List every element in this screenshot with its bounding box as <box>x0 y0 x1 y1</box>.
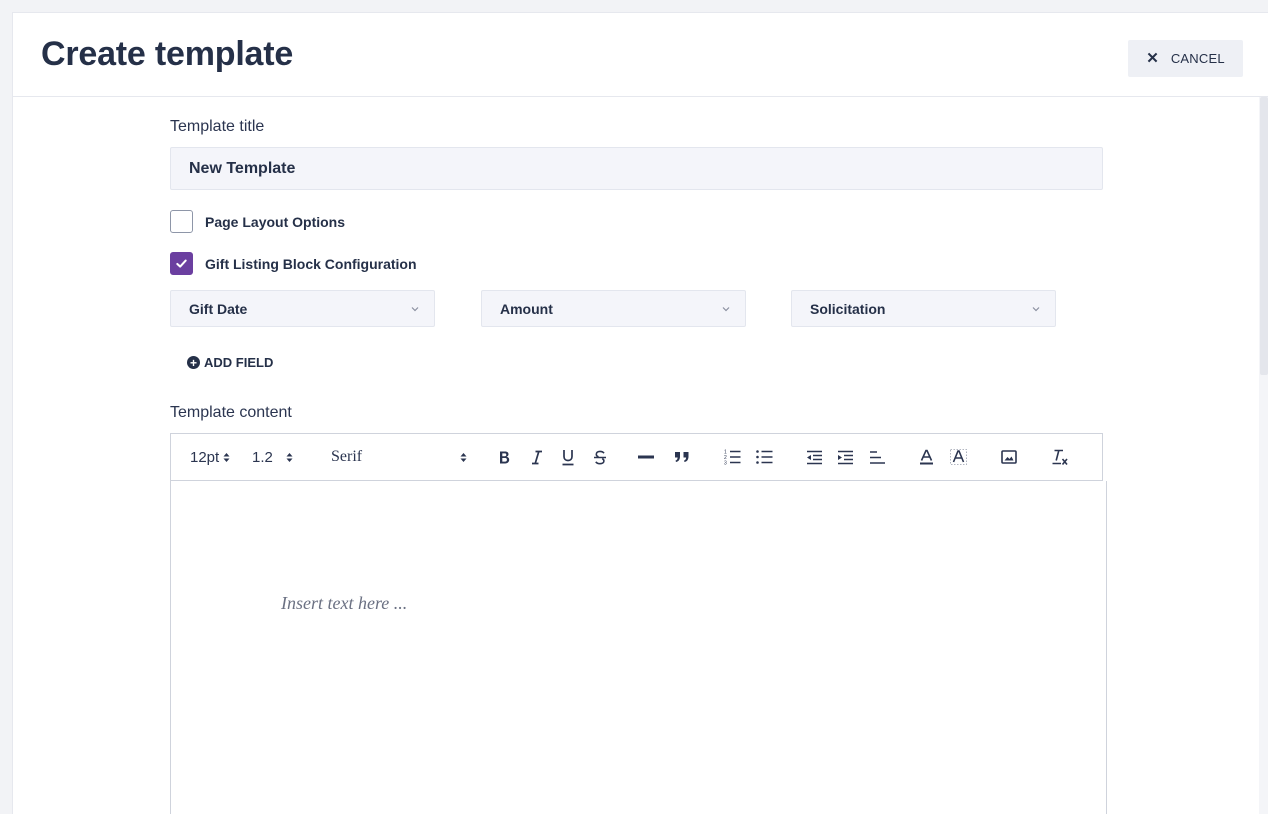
strikethrough-icon[interactable] <box>593 434 607 480</box>
plus-circle-icon: + <box>187 356 200 369</box>
add-field-button[interactable]: + ADD FIELD <box>187 355 273 370</box>
underline-icon[interactable] <box>561 434 575 480</box>
line-height-select[interactable]: 1.2 <box>252 434 293 480</box>
outdent-icon[interactable] <box>806 434 823 480</box>
font-family-value: Serif <box>331 448 363 465</box>
indent-icon[interactable] <box>837 434 854 480</box>
font-size-value: 12pt <box>190 448 220 466</box>
cancel-button[interactable]: ✕ CANCEL <box>1128 40 1243 77</box>
checkmark-icon <box>176 259 187 268</box>
editor-placeholder: Insert text here ... <box>281 593 408 613</box>
bullet-list-icon[interactable] <box>756 434 773 480</box>
template-content-editor[interactable]: Insert text here ... <box>170 481 1107 814</box>
font-size-select[interactable]: 12pt <box>190 434 230 480</box>
updown-arrows-icon <box>286 452 293 462</box>
bold-icon[interactable] <box>498 434 511 480</box>
field-select-value: Solicitation <box>810 300 886 317</box>
ordered-list-icon[interactable]: 123 <box>724 434 741 480</box>
highlight-icon[interactable] <box>950 434 967 480</box>
dialog-header: Create template ✕ CANCEL <box>13 13 1268 97</box>
editor-toolbar: 12pt 1.2 Serif 123 <box>170 433 1103 481</box>
chevron-down-icon <box>722 306 730 311</box>
scrollbar[interactable] <box>1259 97 1268 814</box>
cancel-label: CANCEL <box>1170 51 1225 66</box>
svg-text:3: 3 <box>724 461 727 466</box>
field-select-value: Gift Date <box>189 300 248 317</box>
field-select-amount[interactable]: Amount <box>481 290 746 327</box>
template-title-label: Template title <box>170 118 265 135</box>
gift-listing-block-checkbox[interactable] <box>170 252 193 275</box>
page-title: Create template <box>41 35 294 73</box>
template-title-input[interactable] <box>170 147 1103 190</box>
italic-icon[interactable] <box>531 434 543 480</box>
page-layout-options-toggle[interactable]: Page Layout Options <box>170 210 345 233</box>
field-select-solicitation[interactable]: Solicitation <box>791 290 1056 327</box>
page-layout-options-label: Page Layout Options <box>205 213 346 230</box>
align-icon[interactable] <box>869 434 885 480</box>
image-icon[interactable] <box>1001 434 1017 480</box>
field-select-value: Amount <box>500 300 553 317</box>
font-family-select[interactable]: Serif <box>331 434 467 480</box>
chevron-down-icon <box>411 306 419 311</box>
page-layout-options-checkbox[interactable] <box>170 210 193 233</box>
updown-arrows-icon <box>460 452 467 462</box>
text-color-icon[interactable] <box>919 434 934 480</box>
create-template-dialog: Create template ✕ CANCEL Template title … <box>12 12 1268 814</box>
add-field-label: ADD FIELD <box>204 355 274 370</box>
blockquote-icon[interactable] <box>674 434 690 480</box>
template-content-label: Template content <box>170 404 292 421</box>
close-icon: ✕ <box>1146 50 1159 67</box>
clear-format-icon[interactable] <box>1051 434 1069 480</box>
gift-listing-block-toggle[interactable]: Gift Listing Block Configuration <box>170 252 417 275</box>
line-height-value: 1.2 <box>252 448 273 466</box>
updown-arrows-icon <box>223 452 230 462</box>
chevron-down-icon <box>1032 306 1040 311</box>
scrollbar-thumb[interactable] <box>1260 97 1268 375</box>
gift-listing-block-label: Gift Listing Block Configuration <box>205 255 417 272</box>
horizontal-rule-icon[interactable] <box>638 434 654 480</box>
field-select-gift-date[interactable]: Gift Date <box>170 290 435 327</box>
